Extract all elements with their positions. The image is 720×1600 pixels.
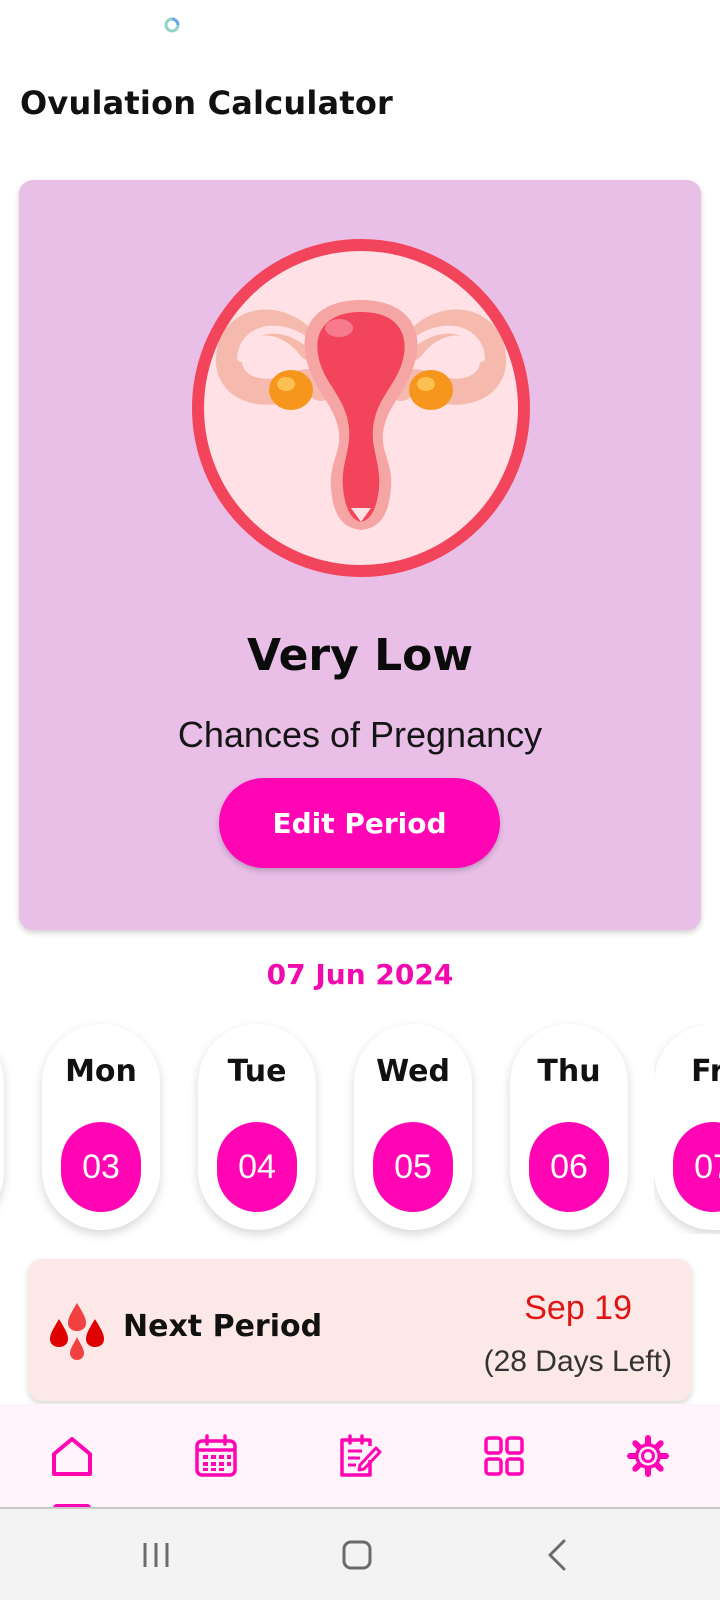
- day-pill-tue[interactable]: Tue 04: [198, 1024, 316, 1230]
- pregnancy-chance-level: Very Low: [246, 630, 474, 681]
- nav-settings[interactable]: [576, 1404, 720, 1508]
- next-period-card[interactable]: Next Period Sep 19 (28 Days Left): [28, 1259, 692, 1401]
- day-name: Fri: [691, 1054, 720, 1089]
- day-pill-wed[interactable]: Wed 05: [354, 1024, 472, 1230]
- uterus-illustration-icon: [192, 239, 530, 577]
- app-screen: Ovulation Calculator Very Low Chances of…: [0, 0, 720, 1600]
- loading-indicator-icon: [164, 17, 180, 33]
- nav-home[interactable]: [0, 1404, 144, 1508]
- day-pill-thu[interactable]: Thu 06: [510, 1024, 628, 1230]
- day-pill-clip: Fri 07: [654, 1024, 720, 1234]
- grid-icon: [484, 1436, 524, 1476]
- nav-more[interactable]: [432, 1404, 576, 1508]
- edit-period-button[interactable]: Edit Period: [219, 778, 500, 868]
- system-navigation-bar: [0, 1509, 720, 1600]
- week-day-strip[interactable]: Mon 03 Tue 04 Wed 05 Thu 06 Fri 07: [0, 1024, 720, 1234]
- day-pill-previous[interactable]: [0, 1024, 4, 1230]
- day-number: 03: [61, 1122, 141, 1212]
- home-button[interactable]: [307, 1509, 407, 1600]
- notes-icon: [340, 1434, 382, 1477]
- day-name: Thu: [537, 1054, 601, 1089]
- home-icon: [52, 1437, 92, 1476]
- day-number: 06: [529, 1122, 609, 1212]
- back-chevron-icon: [548, 1539, 566, 1570]
- bottom-navigation: [0, 1404, 720, 1512]
- pregnancy-chance-caption: Chances of Pregnancy: [177, 714, 543, 755]
- blood-drops-icon: [50, 1303, 104, 1360]
- next-period-date: Sep 19: [524, 1289, 632, 1327]
- day-pill-mon[interactable]: Mon 03: [42, 1024, 160, 1230]
- day-number: 07: [673, 1122, 720, 1212]
- recent-apps-icon: [143, 1542, 169, 1567]
- next-period-label: Next Period: [123, 1309, 323, 1344]
- current-date: 07 Jun 2024: [266, 958, 454, 991]
- day-name: Wed: [376, 1054, 450, 1089]
- page-title: Ovulation Calculator: [20, 84, 393, 122]
- day-name: Tue: [227, 1054, 287, 1089]
- recent-apps-button[interactable]: [106, 1509, 206, 1600]
- nav-calendar[interactable]: [144, 1404, 288, 1508]
- pregnancy-chance-card: Very Low Chances of Pregnancy Edit Perio…: [19, 180, 701, 930]
- calendar-icon: [195, 1434, 237, 1477]
- status-bar: [0, 0, 720, 56]
- settings-icon: [627, 1435, 669, 1477]
- day-pill-fri[interactable]: Fri 07: [654, 1024, 720, 1230]
- nav-notes[interactable]: [288, 1404, 432, 1508]
- day-name: Mon: [65, 1054, 137, 1089]
- day-number: 04: [217, 1122, 297, 1212]
- day-number: 05: [373, 1122, 453, 1212]
- next-period-days-left: (28 Days Left): [483, 1345, 672, 1378]
- back-button[interactable]: [508, 1509, 608, 1600]
- home-square-icon: [342, 1540, 372, 1569]
